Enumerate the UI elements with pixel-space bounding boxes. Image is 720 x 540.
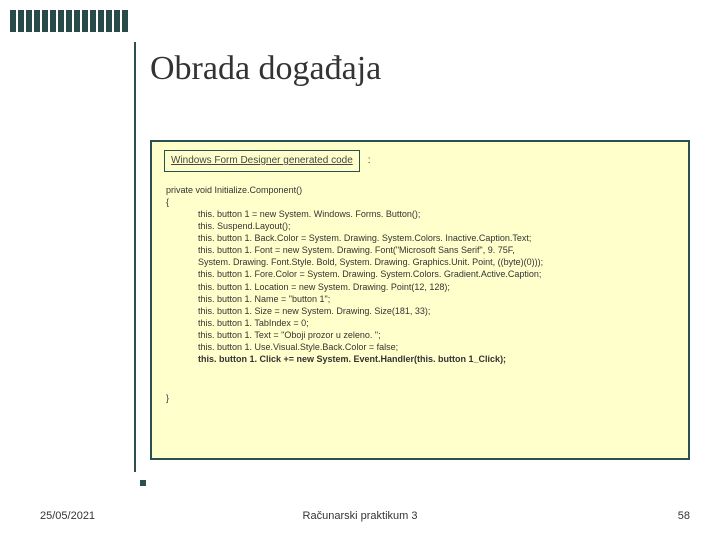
code-line: this. button 1. Use.Visual.Style.Back.Co… bbox=[166, 341, 676, 353]
code-line: this. button 1. Back.Color = System. Dra… bbox=[166, 232, 676, 244]
wfd-label: Windows Form Designer generated code bbox=[164, 150, 360, 172]
footer-center: Računarski praktikum 3 bbox=[303, 510, 418, 522]
code-line: this. button 1. TabIndex = 0; bbox=[166, 317, 676, 329]
code-line: this. button 1. Font = new System. Drawi… bbox=[166, 244, 676, 256]
code-line: this. Suspend.Layout(); bbox=[166, 220, 676, 232]
code-body: private void Initialize.Component() { th… bbox=[164, 184, 676, 404]
footer-page: 58 bbox=[678, 510, 690, 522]
code-line: this. button 1. Text = "Oboji prozor u z… bbox=[166, 329, 676, 341]
wfd-row: Windows Form Designer generated code : bbox=[164, 150, 676, 172]
decorative-ticks bbox=[10, 10, 128, 32]
code-signature: private void Initialize.Component() bbox=[166, 184, 676, 196]
code-line: this. button 1. Name = "button 1"; bbox=[166, 293, 676, 305]
code-line: this. button 1. Location = new System. D… bbox=[166, 281, 676, 293]
code-line: this. button 1 = new System. Windows. Fo… bbox=[166, 208, 676, 220]
footer-bullet bbox=[140, 480, 146, 486]
code-line-bold: this. button 1. Click += new System. Eve… bbox=[166, 353, 676, 365]
vertical-divider bbox=[134, 42, 136, 472]
code-block: Windows Form Designer generated code : p… bbox=[150, 140, 690, 460]
code-close-brace: } bbox=[166, 392, 676, 404]
slide-title: Obrada događaja bbox=[150, 50, 381, 88]
code-line: System. Drawing. Font.Style. Bold, Syste… bbox=[166, 256, 676, 268]
footer-date: 25/05/2021 bbox=[40, 510, 95, 522]
code-line: this. button 1. Size = new System. Drawi… bbox=[166, 305, 676, 317]
code-line: this. button 1. Fore.Color = System. Dra… bbox=[166, 268, 676, 280]
wfd-colon: : bbox=[368, 154, 371, 168]
code-open-brace: { bbox=[166, 196, 676, 208]
